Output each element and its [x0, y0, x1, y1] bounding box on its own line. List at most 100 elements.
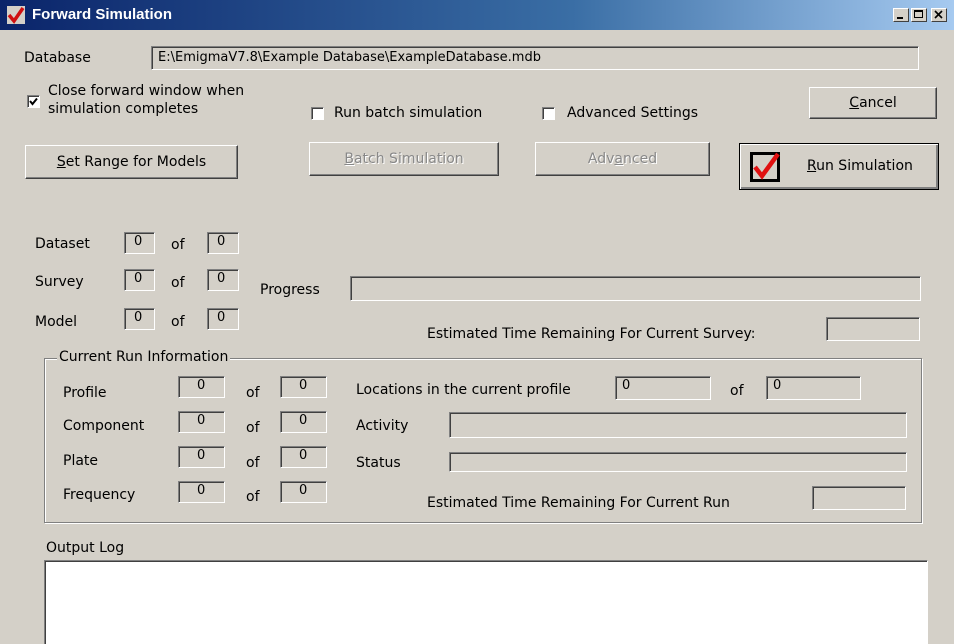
component-value-field: 0: [178, 411, 225, 433]
model-of-label: of: [171, 314, 185, 330]
locations-label: Locations in the current profile: [356, 382, 571, 398]
run-simulation-mnemonic: R: [807, 158, 817, 174]
run-simulation-label: un Simulation: [816, 158, 913, 174]
run-simulation-button[interactable]: Run Simulation: [739, 143, 939, 190]
database-path-field: E:\EmigmaV7.8\Example Database\ExampleDa…: [151, 46, 919, 70]
frequency-value-field: 0: [178, 481, 225, 503]
component-value: 0: [197, 413, 206, 428]
locations-total: 0: [773, 378, 782, 393]
plate-of-label: of: [246, 455, 260, 471]
plate-value-field: 0: [178, 446, 225, 468]
close-window-label-line1: Close forward window when: [48, 83, 245, 99]
frequency-of-label: of: [246, 489, 260, 505]
advanced-mnemonic: a: [614, 151, 624, 167]
output-log-label: Output Log: [46, 540, 125, 556]
plate-total: 0: [299, 448, 308, 463]
advanced-settings-checkbox[interactable]: [542, 107, 555, 120]
close-window-checkbox[interactable]: [27, 95, 40, 108]
component-of-label: of: [246, 420, 260, 436]
profile-total: 0: [299, 378, 308, 393]
set-range-label: et Range for Models: [65, 154, 207, 170]
app-check-icon: [7, 6, 25, 24]
activity-label: Activity: [356, 418, 409, 434]
profile-value: 0: [197, 378, 206, 393]
run-batch-checkbox[interactable]: [311, 107, 324, 120]
eta-run-field: [812, 486, 906, 510]
dataset-total-field: 0: [207, 232, 239, 254]
eta-survey-label: Estimated Time Remaining For Current Sur…: [427, 326, 756, 342]
frequency-value: 0: [197, 483, 206, 498]
dataset-total: 0: [217, 234, 226, 249]
survey-of-label: of: [171, 275, 185, 291]
eta-run-label: Estimated Time Remaining For Current Run: [427, 495, 730, 511]
model-total-field: 0: [207, 308, 239, 330]
run-check-icon: [750, 152, 780, 182]
close-button[interactable]: [931, 8, 947, 22]
dataset-value-field: 0: [124, 232, 155, 254]
set-range-button[interactable]: Set Range for Models: [25, 145, 238, 179]
database-path-text: E:\EmigmaV7.8\Example Database\ExampleDa…: [158, 50, 541, 65]
profile-label: Profile: [63, 385, 107, 401]
frequency-total-field: 0: [280, 481, 327, 503]
close-icon: [934, 10, 943, 19]
frequency-label: Frequency: [63, 487, 136, 503]
progress-label: Progress: [260, 282, 320, 298]
model-value: 0: [134, 310, 143, 325]
plate-total-field: 0: [280, 446, 327, 468]
survey-value-field: 0: [124, 269, 155, 291]
title-bar[interactable]: Forward Simulation: [0, 0, 954, 30]
model-label: Model: [35, 314, 78, 330]
plate-label: Plate: [63, 453, 99, 469]
status-field: [449, 452, 907, 472]
locations-value-field: 0: [615, 376, 711, 400]
window-title: Forward Simulation: [32, 6, 173, 23]
minimize-button[interactable]: [893, 8, 909, 22]
dataset-of-label: of: [171, 237, 185, 253]
cancel-button-mnemonic: C: [849, 95, 860, 111]
model-total: 0: [217, 310, 226, 325]
database-label: Database: [24, 50, 91, 66]
batch-simulation-button[interactable]: Batch Simulation: [309, 142, 499, 176]
profile-total-field: 0: [280, 376, 327, 398]
component-total-field: 0: [280, 411, 327, 433]
component-total: 0: [299, 413, 308, 428]
batch-simulation-mnemonic: B: [344, 151, 354, 167]
dataset-label: Dataset: [35, 236, 90, 252]
forward-simulation-window: Forward Simulation Database E:\EmigmaV7.…: [0, 0, 954, 644]
checkmark-icon: [29, 97, 38, 106]
progress-bar: [350, 276, 921, 301]
survey-total: 0: [217, 271, 226, 286]
survey-value: 0: [134, 271, 143, 286]
advanced-label-rest: nced: [623, 151, 658, 167]
dataset-value: 0: [134, 234, 143, 249]
activity-field: [449, 412, 907, 438]
profile-value-field: 0: [178, 376, 225, 398]
current-run-title: Current Run Information: [57, 349, 231, 365]
maximize-button[interactable]: [911, 8, 927, 22]
batch-simulation-label: atch Simulation: [353, 151, 464, 167]
cancel-button-label: ancel: [859, 95, 897, 111]
cancel-button[interactable]: Cancel: [809, 87, 937, 119]
output-log-textarea[interactable]: [44, 560, 928, 644]
advanced-label-prefix: Adv: [587, 151, 615, 167]
component-label: Component: [63, 418, 145, 434]
frequency-total: 0: [299, 483, 308, 498]
run-simulation-label-wrap: Run Simulation: [807, 158, 913, 174]
locations-total-field: 0: [766, 376, 861, 400]
profile-of-label: of: [246, 385, 260, 401]
survey-total-field: 0: [207, 269, 239, 291]
advanced-settings-label: Advanced Settings: [567, 105, 699, 121]
plate-value: 0: [197, 448, 206, 463]
model-value-field: 0: [124, 308, 155, 330]
minimize-icon: [897, 17, 903, 19]
set-range-mnemonic: S: [56, 154, 66, 170]
survey-label: Survey: [35, 274, 84, 290]
locations-of-label: of: [730, 383, 744, 399]
locations-value: 0: [622, 378, 631, 393]
advanced-button[interactable]: Advanced: [535, 142, 710, 176]
eta-survey-field: [826, 317, 920, 341]
close-window-label-line2: simulation completes: [48, 101, 199, 117]
maximize-icon: [914, 10, 923, 18]
status-label: Status: [356, 455, 401, 471]
run-batch-label: Run batch simulation: [334, 105, 483, 121]
